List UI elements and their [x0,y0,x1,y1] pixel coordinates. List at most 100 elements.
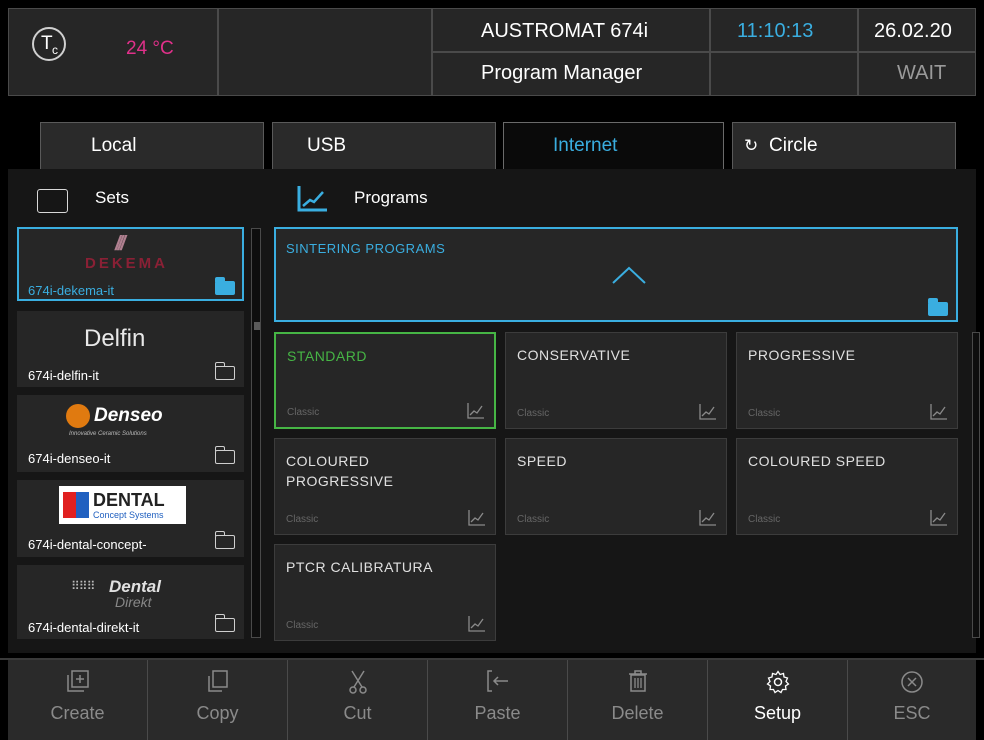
folder-icon [215,531,235,549]
time-lower-cell [710,52,858,96]
tab-internet-label: Internet [553,135,618,156]
dekema-logo-mark: /// [115,233,126,255]
chart-icon [930,510,947,526]
esc-button[interactable]: ESC [848,660,976,740]
folder-icon [215,362,235,380]
program-group-sintering[interactable]: SINTERING PROGRAMS [274,227,958,322]
folder-icon [215,446,235,464]
set-item-dental-concept[interactable]: DENTAL Concept Systems 674i-dental-conce… [17,480,244,557]
paste-label: Paste [474,703,521,723]
tab-local-label: Local [91,135,137,156]
program-group-title: SINTERING PROGRAMS [286,241,446,256]
tab-internet[interactable]: Internet [503,122,724,170]
temperature-value: 24 °C [126,38,174,59]
program-type: Classic [287,407,320,418]
refresh-icon: ↻ [744,136,759,155]
tc-badge-icon: T c [32,27,66,61]
copy-label: Copy [196,703,239,723]
dental-concept-logo-sub: Concept Systems [93,510,164,520]
dental-direkt-logo-sub: Direkt [115,594,152,610]
tc-subscript: c [52,43,58,57]
dental-concept-logo: DENTAL Concept Systems [59,486,186,524]
program-name: STANDARD [287,348,367,364]
device-name: AUSTROMAT 674i [481,20,649,42]
program-type: Classic [286,620,319,631]
set-name: 674i-dekema-it [28,283,114,298]
dekema-logo-text: DEKEMA [85,255,169,272]
delfin-logo: Delfin [84,325,146,352]
program-type: Classic [748,514,781,525]
sets-scrollbar[interactable] [251,228,261,638]
program-card-conservative[interactable]: CONSERVATIVE Classic [505,332,727,429]
date: 26.02.20 [874,20,952,42]
set-name: 674i-dental-concept- [28,537,147,552]
gear-icon [765,670,790,694]
set-item-dekema[interactable]: /// DEKEMA 674i-dekema-it [17,227,244,301]
tab-usb-label: USB [307,135,347,156]
create-button[interactable]: Create [8,660,148,740]
program-card-ptcr-calibratura[interactable]: PTCR CALIBRATURA Classic [274,544,496,641]
delete-label: Delete [611,703,664,723]
tab-circle-label: Circle [769,135,818,156]
sets-scrollbar-thumb[interactable] [254,322,260,330]
program-name: COLOURED SPEED [748,453,886,469]
program-card-coloured-progressive[interactable]: COLOURED PROGRESSIVE Classic [274,438,496,535]
paste-button[interactable]: Paste [428,660,568,740]
set-item-delfin[interactable]: Delfin 674i-delfin-it [17,311,244,387]
close-icon [901,671,923,693]
setup-button[interactable]: Setup [708,660,848,740]
clock-time: 11:10:13 [737,20,814,42]
denseo-logo-text: Denseo [94,405,163,426]
dental-concept-logo-text: DENTAL [93,490,165,510]
create-label: Create [50,703,105,723]
create-icon [66,670,89,692]
tab-local[interactable]: Local [40,122,264,169]
delete-button[interactable]: Delete [568,660,708,740]
chevron-up-icon[interactable] [611,265,647,285]
logo-squares-icon [63,492,89,518]
chart-icon [297,186,327,212]
program-card-standard[interactable]: STANDARD Classic [274,332,496,429]
set-item-denseo[interactable]: Denseo Innovative Ceramic Solutions 674i… [17,395,244,472]
program-name: PROGRESSIVE [748,347,856,363]
dental-direkt-dots-icon: ⠿⠿⠿ [71,579,95,593]
screen-title: Program Manager [481,62,643,84]
program-card-progressive[interactable]: PROGRESSIVE Classic [736,332,958,429]
chart-icon [467,403,484,419]
chart-icon [468,616,485,632]
programs-scrollbar[interactable] [972,332,980,638]
tc-symbol: T [41,33,53,54]
esc-label: ESC [893,703,931,723]
set-item-dental-direkt[interactable]: ⠿⠿⠿ Dental Direkt 674i-dental-direkt-it [17,565,244,639]
program-type: Classic [748,408,781,419]
chart-icon [930,404,947,420]
chart-icon [699,404,716,420]
delete-icon [628,670,647,692]
chart-icon [699,510,716,526]
denseo-logo-sub: Innovative Ceramic Solutions [69,431,147,437]
setup-label: Setup [753,703,802,723]
tab-circle[interactable]: ↻ Circle [732,122,956,169]
copy-icon [207,670,228,692]
set-name: 674i-denseo-it [28,451,111,466]
header-empty-cell [218,8,432,96]
paste-icon [486,670,508,692]
program-card-speed[interactable]: SPEED Classic [505,438,727,535]
folder-filled-icon [928,298,948,316]
sets-label: Sets [95,188,130,207]
cut-button[interactable]: Cut [288,660,428,740]
program-type: Classic [286,514,319,525]
folder-icon [215,614,235,632]
tab-usb[interactable]: USB [272,122,496,169]
program-type: Classic [517,514,550,525]
program-card-coloured-speed[interactable]: COLOURED SPEED Classic [736,438,958,535]
set-name: 674i-dental-direkt-it [28,620,140,635]
program-name: SPEED [517,453,567,469]
folder-filled-icon [215,277,235,295]
program-name: CONSERVATIVE [517,347,631,363]
copy-button[interactable]: Copy [148,660,288,740]
set-name: 674i-delfin-it [28,368,99,383]
program-name: COLOURED PROGRESSIVE [286,453,394,489]
chart-icon [468,510,485,526]
programs-label: Programs [354,188,428,207]
